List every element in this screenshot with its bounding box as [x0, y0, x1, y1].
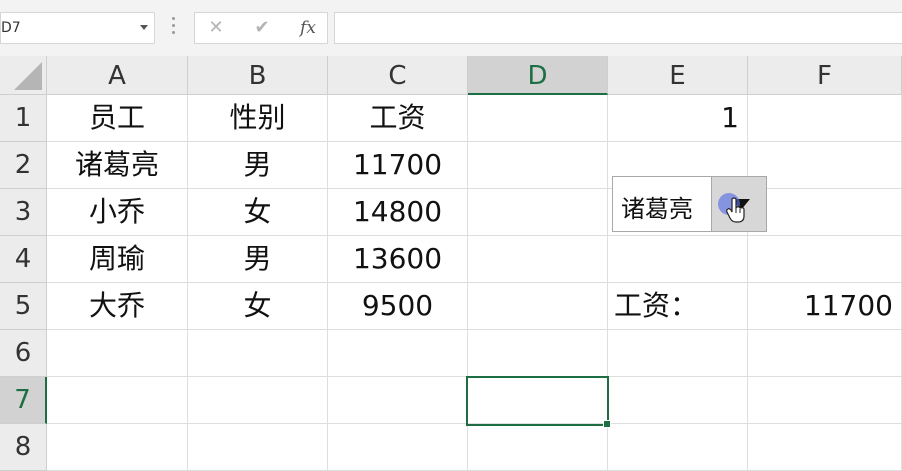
- column-header-d[interactable]: D: [468, 56, 608, 95]
- cell-f5[interactable]: 11700: [748, 283, 902, 330]
- cell-c1[interactable]: 工资: [328, 95, 468, 142]
- cell-b3[interactable]: 女: [188, 189, 328, 236]
- row-header-6[interactable]: 6: [0, 330, 47, 377]
- row-header-2[interactable]: 2: [0, 142, 47, 189]
- cell-d5[interactable]: [468, 283, 608, 330]
- column-header-b[interactable]: B: [188, 56, 328, 95]
- cell-d1[interactable]: [468, 95, 608, 142]
- cell-f8[interactable]: [748, 424, 902, 471]
- cell-d3[interactable]: [468, 189, 608, 236]
- cell-f3[interactable]: [748, 189, 902, 236]
- row-header-3[interactable]: 3: [0, 189, 47, 236]
- cell-a1[interactable]: 员工: [47, 95, 188, 142]
- cell-c4[interactable]: 13600: [328, 236, 468, 283]
- employee-combo-box[interactable]: 诸葛亮: [612, 176, 767, 232]
- cancel-icon[interactable]: ✕: [201, 16, 231, 40]
- cell-d6[interactable]: [468, 330, 608, 377]
- select-all-button[interactable]: [0, 56, 47, 95]
- cell-a7[interactable]: [47, 377, 188, 424]
- cell-e4[interactable]: [608, 236, 748, 283]
- cell-f2[interactable]: [748, 142, 902, 189]
- cell-c6[interactable]: [328, 330, 468, 377]
- select-all-icon: [14, 62, 42, 90]
- cell-d8[interactable]: [468, 424, 608, 471]
- hand-cursor-icon: [726, 197, 745, 223]
- chevron-down-icon[interactable]: [140, 25, 148, 30]
- cell-b2[interactable]: 男: [188, 142, 328, 189]
- cell-c5[interactable]: 9500: [328, 283, 468, 330]
- row-header-4[interactable]: 4: [0, 236, 47, 283]
- cell-c7[interactable]: [328, 377, 468, 424]
- cell-a3[interactable]: 小乔: [47, 189, 188, 236]
- combo-box-value: 诸葛亮: [621, 195, 693, 223]
- cell-b7[interactable]: [188, 377, 328, 424]
- cell-b1[interactable]: 性别: [188, 95, 328, 142]
- worksheet-grid: A B C D E F 1 2 3 4 5 6 7 8 员工 性别 工资 1 诸…: [0, 56, 902, 471]
- cell-e6[interactable]: [608, 330, 748, 377]
- cell-f6[interactable]: [748, 330, 902, 377]
- cell-b5[interactable]: 女: [188, 283, 328, 330]
- cell-b4[interactable]: 男: [188, 236, 328, 283]
- formula-buttons: ✕ ✔ fx: [194, 12, 328, 44]
- cell-a2[interactable]: 诸葛亮: [47, 142, 188, 189]
- cell-d7[interactable]: [468, 377, 608, 424]
- cell-e8[interactable]: [608, 424, 748, 471]
- name-box-value: D7: [1, 20, 21, 36]
- row-header-5[interactable]: 5: [0, 283, 47, 330]
- cell-a5[interactable]: 大乔: [47, 283, 188, 330]
- combo-dropdown-button[interactable]: [711, 177, 766, 231]
- row-header-7[interactable]: 7: [0, 377, 47, 424]
- column-header-a[interactable]: A: [47, 56, 188, 95]
- cell-d2[interactable]: [468, 142, 608, 189]
- cell-e7[interactable]: [608, 377, 748, 424]
- row-header-1[interactable]: 1: [0, 95, 47, 142]
- name-box[interactable]: D7: [0, 12, 155, 44]
- formula-bar: D7 ✕ ✔ fx: [0, 0, 902, 56]
- formula-input[interactable]: [334, 12, 902, 44]
- cell-e1[interactable]: 1: [608, 95, 748, 142]
- cell-a8[interactable]: [47, 424, 188, 471]
- cell-c8[interactable]: [328, 424, 468, 471]
- cell-a6[interactable]: [47, 330, 188, 377]
- column-header-c[interactable]: C: [328, 56, 468, 95]
- column-header-e[interactable]: E: [608, 56, 748, 95]
- insert-function-icon[interactable]: fx: [293, 16, 323, 40]
- column-header-f[interactable]: F: [748, 56, 902, 95]
- cell-b6[interactable]: [188, 330, 328, 377]
- cell-c3[interactable]: 14800: [328, 189, 468, 236]
- enter-icon[interactable]: ✔: [247, 16, 277, 40]
- cell-b8[interactable]: [188, 424, 328, 471]
- drag-handle-icon[interactable]: [172, 17, 176, 39]
- cell-c2[interactable]: 11700: [328, 142, 468, 189]
- row-header-8[interactable]: 8: [0, 424, 47, 471]
- cell-d4[interactable]: [468, 236, 608, 283]
- cell-f4[interactable]: [748, 236, 902, 283]
- cell-f7[interactable]: [748, 377, 902, 424]
- cell-e5[interactable]: 工资：: [608, 283, 748, 330]
- cell-f1[interactable]: [748, 95, 902, 142]
- cell-a4[interactable]: 周瑜: [47, 236, 188, 283]
